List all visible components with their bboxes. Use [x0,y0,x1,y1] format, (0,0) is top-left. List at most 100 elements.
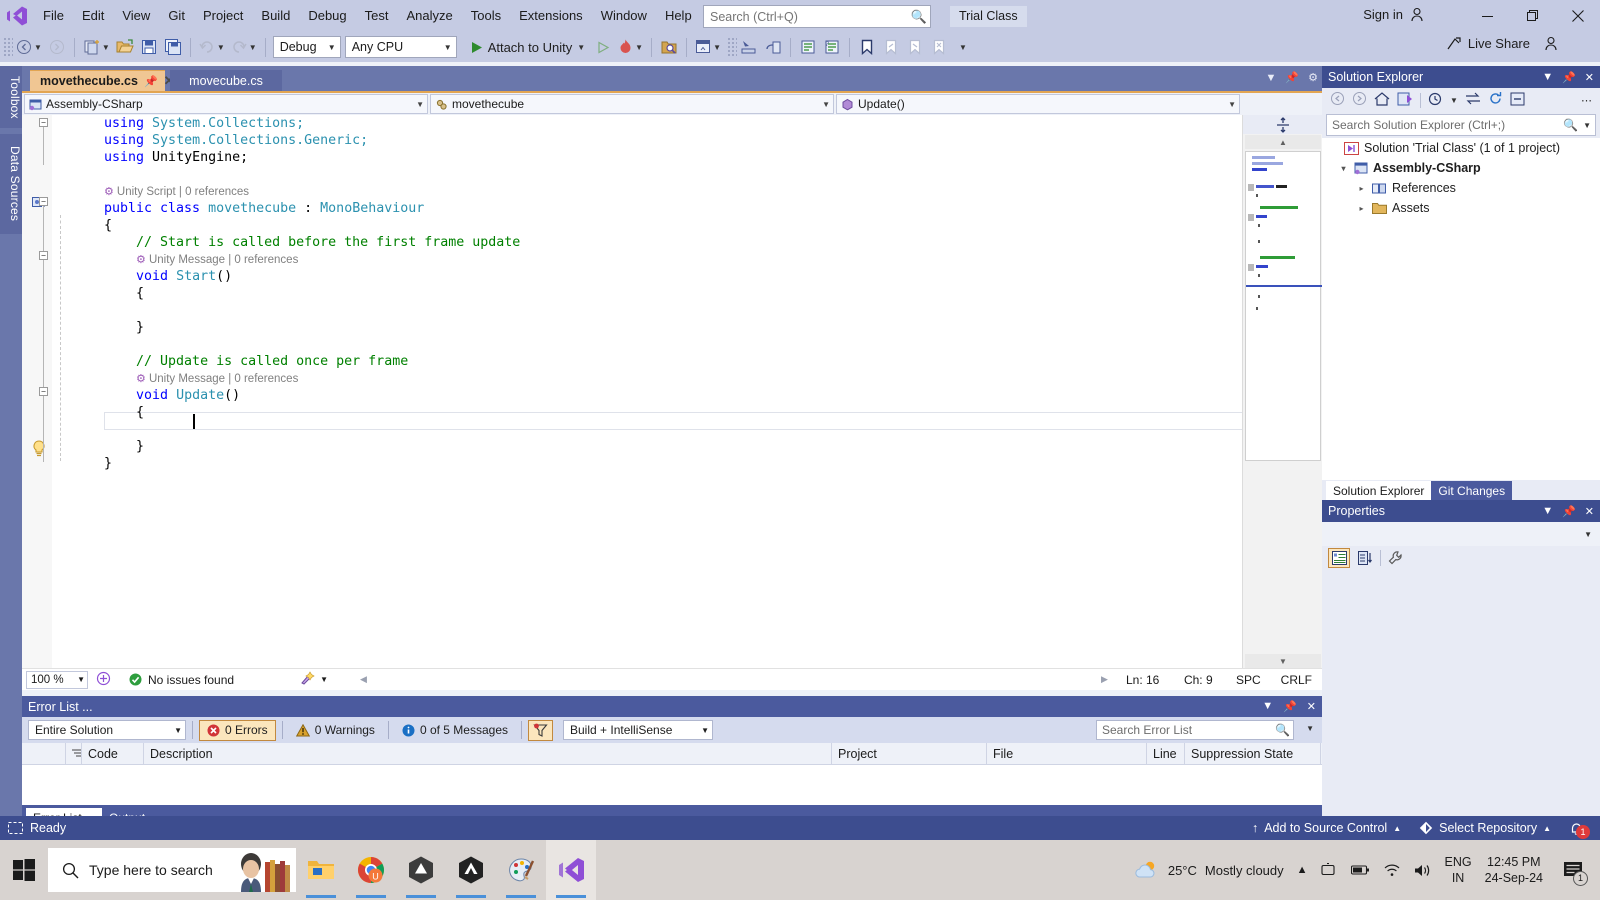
minimize-button[interactable] [1465,0,1510,32]
warnings-filter-button[interactable]: 0 Warnings [289,720,382,741]
switch-views-icon[interactable] [1397,92,1413,109]
navigate-forward-button[interactable] [45,35,69,59]
account-icon[interactable] [1544,36,1558,51]
clear-bookmarks-button[interactable] [927,35,951,59]
menu-item-edit[interactable]: Edit [73,4,113,28]
line-endings-indicator[interactable]: CRLF [1281,673,1312,687]
menu-item-extensions[interactable]: Extensions [510,4,592,28]
fold-toggle-update[interactable]: − [39,387,48,396]
close-button[interactable] [1555,0,1600,32]
column-line[interactable]: Line [1147,742,1185,765]
code-text[interactable]: using System.Collections; using System.Co… [104,115,520,472]
onedrive-or-display-icon[interactable] [1320,862,1338,878]
live-share-button[interactable]: Live Share [1447,36,1558,51]
step-into-button[interactable] [737,35,761,59]
properties-object-combo[interactable]: ▼ [1322,522,1600,546]
toolbar-grip[interactable] [727,37,737,57]
forward-icon[interactable] [1352,91,1367,109]
search-input[interactable] [704,8,908,25]
errors-filter-button[interactable]: 0 Errors [199,719,276,741]
taskbar-item-visual-studio[interactable] [546,840,596,900]
collapse-all-icon[interactable] [1510,92,1525,109]
sync-with-active-document-icon[interactable] [1465,92,1481,108]
minimap-canvas[interactable] [1245,151,1322,461]
show-hidden-icons-chevron-icon[interactable]: ▲ [1297,864,1308,876]
navigate-backward-button[interactable]: ▼ [13,35,45,59]
codelens-label[interactable]: Unity Script | 0 references [117,186,249,198]
chevron-down-icon[interactable]: ▼ [249,43,257,52]
menu-item-build[interactable]: Build [252,4,299,28]
chevron-down-icon[interactable]: ▼ [168,726,182,735]
tab-solution-explorer[interactable]: Solution Explorer [1326,481,1432,500]
window-layout-button[interactable]: ▼ [692,35,724,59]
chevron-down-icon[interactable]: ▼ [1306,724,1314,733]
taskbar-item-unity-editor[interactable] [446,840,496,900]
taskbar-item-google-chrome[interactable]: U [346,840,396,900]
chevron-down-icon[interactable]: ▼ [577,43,585,52]
chevron-down-icon[interactable]: ▼ [438,43,452,52]
tab-movethecube-cs[interactable]: movethecube.cs 📌 ✕ [30,70,175,91]
pin-icon[interactable]: 📌 [144,75,158,88]
taskbar-item-paint[interactable] [496,840,546,900]
attach-to-unity-button[interactable]: Attach to Unity ▼ [465,35,591,59]
sidebar-item-data-sources[interactable]: Data Sources [0,134,22,234]
chevron-down-icon[interactable]: ▼ [410,100,424,109]
code-editor-surface[interactable]: − − − − using System.Collections; using S… [22,115,1322,670]
pending-changes-icon[interactable] [1428,91,1443,109]
uncomment-selection-button[interactable]: ? [820,35,844,59]
chevron-down-icon[interactable]: ▼ [1262,700,1273,713]
toggle-bookmark-button[interactable] [855,35,879,59]
chevron-down-icon[interactable]: ▼ [713,43,721,52]
previous-bookmark-button[interactable] [879,35,903,59]
fold-toggle-class[interactable]: − [39,197,48,206]
save-all-button[interactable] [161,35,185,59]
column-description[interactable]: Description [144,742,832,765]
comment-selection-button[interactable] [796,35,820,59]
error-list-rows[interactable] [22,765,1322,805]
menu-item-tools[interactable]: Tools [462,4,510,28]
tab-movecube-cs[interactable]: movecube.cs [170,70,282,91]
codelens-label[interactable]: Unity Message | 0 references [149,373,298,385]
chevron-down-icon[interactable]: ▼ [635,43,643,52]
column-code[interactable]: Code [82,742,144,765]
navbar-member-combo[interactable]: Update() ▼ [836,94,1240,114]
toggle-build-messages-button[interactable] [528,719,553,741]
sidebar-item-toolbox[interactable]: Toolbox [0,66,22,128]
restore-button[interactable] [1510,0,1555,32]
chevron-down-icon[interactable]: ▼ [816,100,830,109]
code-cleanup-icon[interactable] [300,671,316,688]
chevron-down-icon[interactable]: ▼ [320,675,328,684]
menu-item-help[interactable]: Help [656,4,701,28]
menu-item-git[interactable]: Git [159,4,194,28]
intellicode-icon[interactable] [96,671,111,689]
fold-toggle-start[interactable]: − [39,251,48,260]
chevron-down-icon[interactable]: ▼ [322,43,336,52]
chevron-down-icon[interactable]: ▼ [34,43,42,52]
hot-reload-button[interactable]: ▼ [615,35,646,59]
save-button[interactable] [137,35,161,59]
navbar-type-combo[interactable]: movethecube ▼ [430,94,834,114]
undo-button[interactable]: ▼ [196,35,228,59]
sign-in-area[interactable]: Sign in [1363,7,1424,22]
pin-icon[interactable]: 📌 [1285,71,1299,84]
chevron-down-icon[interactable]: ▼ [102,43,110,52]
property-pages-button[interactable] [1385,548,1407,568]
weather-widget[interactable]: 25°C Mostly cloudy [1134,860,1284,880]
search-icon[interactable]: 🔍 [1272,723,1293,737]
build-intellisense-combo[interactable]: Build + IntelliSense ▼ [563,720,713,740]
wifi-icon[interactable] [1383,863,1401,877]
tree-node-assets[interactable]: ▸ Assets [1322,198,1600,218]
add-to-source-control-button[interactable]: ↑ Add to Source Control ▲ [1252,821,1401,835]
volume-icon[interactable] [1414,863,1432,878]
step-over-button[interactable] [761,35,785,59]
taskbar-item-unity-hub[interactable] [396,840,446,900]
quick-actions-lightbulb-icon[interactable] [31,440,47,461]
fold-toggle-usings[interactable]: − [39,118,48,127]
new-project-button[interactable]: ▼ [80,35,113,59]
zoom-level-combo[interactable]: 100 % ▼ [26,670,88,689]
column-file[interactable]: File [987,742,1147,765]
taskbar-search-box[interactable]: Type here to search [48,848,296,892]
start-without-debugging-button[interactable] [591,35,615,59]
chevron-down-icon[interactable]: ▼ [1450,96,1458,105]
scroll-up-button[interactable]: ▲ [1245,135,1321,149]
